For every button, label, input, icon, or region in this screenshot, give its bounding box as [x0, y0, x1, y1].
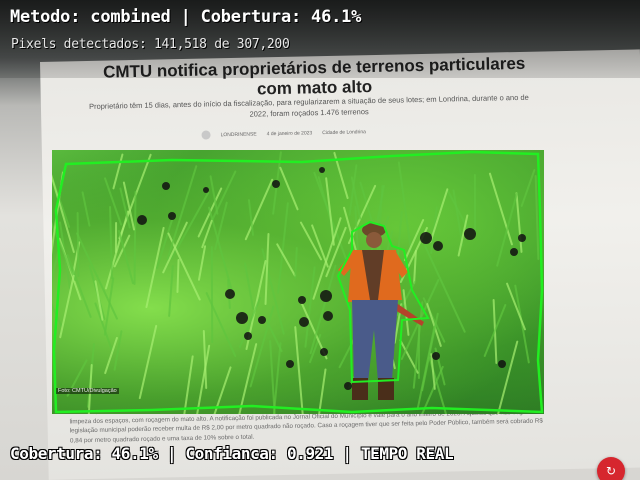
photo-credit: Foto: CMTU/Divulgação: [56, 388, 119, 394]
detection-mask-outline: [52, 150, 544, 414]
byline-author[interactable]: LONDRINENSE: [221, 131, 257, 138]
byline-date: 4 de janeiro de 2023: [266, 129, 313, 137]
screen: CMTU notifica proprietários de terrenos …: [0, 0, 640, 480]
article-photo: Foto: CMTU/Divulgação: [52, 150, 544, 414]
byline-tags[interactable]: Cidade de Londrina: [322, 129, 366, 136]
hud-pixel-count: Pixels detectados: 141,518 de 307,200: [11, 37, 290, 52]
hud-method-coverage: Metodo: combined | Cobertura: 46.1%: [10, 7, 362, 27]
scroll-up-icon[interactable]: ↻: [597, 457, 625, 480]
article-byline: LONDRINENSE 4 de janeiro de 2023 Cidade …: [201, 127, 366, 140]
author-avatar-icon: [201, 130, 211, 140]
hud-status-line: Cobertura: 46.1% | Confianca: 0.921 | TE…: [10, 444, 454, 463]
